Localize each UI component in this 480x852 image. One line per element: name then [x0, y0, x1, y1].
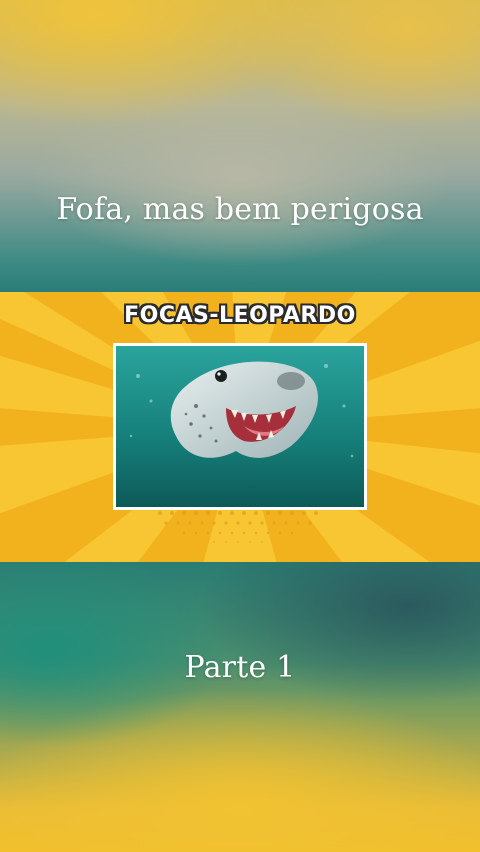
leopard-seal-photo	[113, 343, 367, 510]
caption-bottom: Parte 1	[184, 650, 296, 685]
leopard-seal-illustration	[116, 346, 364, 507]
caption-top: Fofa, mas bem perigosa	[56, 192, 424, 227]
background-top	[0, 0, 480, 292]
thumbnail-banner: FOCAS-LEOPARDO	[0, 292, 480, 562]
banner-title: FOCAS-LEOPARDO	[124, 303, 356, 328]
background-bottom	[0, 562, 480, 852]
halftone-dots	[158, 511, 318, 543]
